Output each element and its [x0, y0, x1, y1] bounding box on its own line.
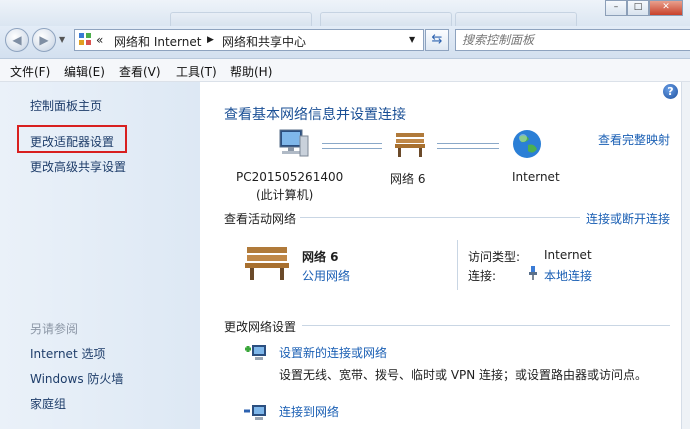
ethernet-plug-icon [528, 266, 538, 283]
bench-network-large-icon [243, 243, 291, 284]
change-adapter-settings-link[interactable]: 更改适配器设置 [30, 133, 114, 150]
column-divider [457, 240, 458, 290]
windows-firewall-link[interactable]: Windows 防火墙 [30, 370, 123, 387]
breadcrumb-network-internet[interactable]: 网络和 Internet [114, 33, 201, 50]
public-network-link[interactable]: 公用网络 [302, 267, 350, 284]
computer-icon [276, 128, 310, 163]
change-advanced-sharing-link[interactable]: 更改高级共享设置 [30, 158, 126, 175]
search-box[interactable] [455, 29, 690, 51]
back-arrow-icon: ◀ [12, 33, 22, 47]
control-panel-home-link[interactable]: 控制面板主页 [30, 97, 102, 114]
address-bar[interactable]: « 网络和 Internet ▶ 网络和共享中心 ▼ [74, 29, 424, 51]
ghost-tab-1 [170, 12, 312, 27]
access-type-label: 访问类型: [468, 250, 521, 264]
menu-edit[interactable]: 编辑(E) [64, 63, 105, 80]
page-title: 查看基本网络信息并设置连接 [224, 107, 406, 123]
network-node-label: 网络 6 [390, 172, 426, 186]
connect-to-network-link[interactable]: 连接到网络 [279, 403, 339, 420]
control-panel-icon [78, 32, 92, 49]
see-also-heading: 另请参阅 [30, 322, 79, 336]
view-full-map-link[interactable]: 查看完整映射 [598, 131, 670, 148]
computer-subtitle: (此计算机) [256, 188, 314, 202]
maximize-button[interactable]: □ [627, 0, 649, 16]
menu-bar: 文件(F) 编辑(E) 查看(V) 工具(T) 帮助(H) [0, 59, 690, 82]
section-divider-2 [302, 325, 670, 326]
vertical-scrollbar[interactable] [681, 82, 690, 429]
change-settings-heading: 更改网络设置 [224, 320, 297, 334]
forward-button[interactable]: ▶ [32, 28, 56, 52]
history-dropdown-icon[interactable]: ▼ [59, 35, 65, 44]
breadcrumb-network-sharing[interactable]: 网络和共享中心 [222, 33, 306, 50]
ghost-tab-2 [320, 12, 452, 27]
connections-label: 连接: [468, 269, 497, 283]
active-networks-heading: 查看活动网络 [224, 212, 297, 226]
connection-line-1 [322, 143, 382, 149]
active-network-name: 网络 6 [302, 250, 339, 264]
connection-line-2 [437, 143, 499, 149]
new-connection-icon [244, 341, 268, 366]
connect-network-icon [244, 401, 268, 426]
menu-view[interactable]: 查看(V) [119, 63, 161, 80]
refresh-button[interactable]: ⇆ [425, 29, 449, 51]
section-divider-1 [300, 217, 580, 218]
setup-new-connection-link[interactable]: 设置新的连接或网络 [279, 344, 387, 361]
forward-arrow-icon: ▶ [39, 33, 49, 47]
menu-help[interactable]: 帮助(H) [230, 63, 272, 80]
close-button[interactable]: ✕ [649, 0, 683, 16]
internet-node-label: Internet [512, 170, 560, 184]
connect-disconnect-link[interactable]: 连接或断开连接 [586, 210, 670, 227]
breadcrumb-separator-icon[interactable]: ▶ [207, 35, 214, 45]
access-type-value: Internet [544, 248, 592, 262]
internet-options-link[interactable]: Internet 选项 [30, 345, 105, 362]
address-dropdown-icon[interactable]: ▼ [409, 35, 415, 44]
menu-tools[interactable]: 工具(T) [176, 63, 217, 80]
help-icon[interactable]: ? [663, 84, 678, 99]
minimize-button[interactable]: – [605, 0, 627, 16]
homegroup-link[interactable]: 家庭组 [30, 395, 66, 412]
ghost-tab-3 [455, 12, 577, 27]
setup-connection-description: 设置无线、宽带、拨号、临时或 VPN 连接；或设置路由器或访问点。 [279, 368, 648, 382]
menu-file[interactable]: 文件(F) [10, 63, 50, 80]
bench-network-icon [393, 130, 427, 161]
globe-icon [511, 128, 543, 163]
local-connection-link[interactable]: 本地连接 [544, 267, 592, 284]
back-button[interactable]: ◀ [5, 28, 29, 52]
computer-name: PC201505261400 [236, 170, 344, 184]
refresh-icon: ⇆ [431, 32, 443, 47]
breadcrumb-chevron[interactable]: « [96, 33, 103, 47]
search-input[interactable] [456, 30, 688, 50]
